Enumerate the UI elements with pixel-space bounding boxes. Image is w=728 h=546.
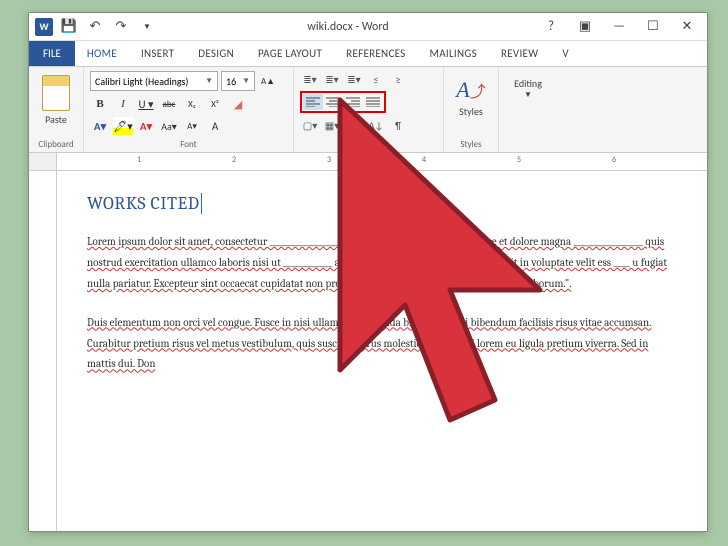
redo-icon[interactable]: ↷	[111, 17, 131, 37]
help-icon[interactable]: ?	[539, 17, 563, 37]
group-editing: Editing ▼	[499, 67, 557, 152]
subscript-button[interactable]: X₂	[182, 95, 202, 113]
document-page[interactable]: WORKS CITED Lorem ipsum dolor sit amet, …	[57, 171, 707, 531]
tab-view-cutoff[interactable]: V	[550, 41, 581, 66]
grow-font-button-2[interactable]: A	[205, 117, 225, 135]
tab-file[interactable]: FILE	[29, 41, 75, 66]
group-styles-label: Styles	[450, 138, 492, 150]
align-right-button[interactable]	[343, 94, 363, 110]
change-case-button[interactable]: Aa▾	[159, 117, 179, 135]
justify-button[interactable]	[363, 94, 383, 110]
group-font: Calibri Light (Headings)▼ 16▼ A▲ B I U ▾…	[84, 67, 294, 152]
font-name-select[interactable]: Calibri Light (Headings)▼	[90, 71, 218, 91]
horizontal-ruler[interactable]: 1 2 3 4 5 6	[29, 153, 707, 171]
ribbon-tabs: FILE HOME INSERT DESIGN PAGE LAYOUT REFE…	[29, 41, 707, 67]
align-left-button[interactable]	[303, 94, 323, 110]
vertical-ruler[interactable]	[29, 171, 57, 531]
bullets-button[interactable]: ≣▾	[300, 71, 320, 87]
titlebar: W 💾 ↶ ↷ ▼ wiki.docx - Word ? ▣ — ☐ ✕	[29, 13, 707, 41]
shrink-font-button[interactable]: A▾	[182, 117, 202, 135]
tab-review[interactable]: REVIEW	[489, 41, 550, 66]
tab-design[interactable]: DESIGN	[186, 41, 246, 66]
styles-icon: A⤴	[456, 77, 485, 103]
document-heading: WORKS CITED	[87, 193, 677, 214]
document-area: WORKS CITED Lorem ipsum dolor sit amet, …	[29, 171, 707, 531]
tab-insert[interactable]: INSERT	[129, 41, 186, 66]
highlight-button[interactable]: 🖊▾	[113, 117, 133, 135]
tab-mailings[interactable]: MAILINGS	[418, 41, 489, 66]
clear-formatting-button[interactable]: ◢	[228, 95, 248, 113]
numbering-button[interactable]: ≣▾	[322, 71, 342, 87]
decrease-indent-button[interactable]: ≤	[366, 71, 386, 87]
group-paragraph-label: P	[300, 138, 437, 150]
alignment-group-highlighted	[300, 91, 386, 113]
ribbon: Paste Clipboard Calibri Light (Headings)…	[29, 67, 707, 153]
group-clipboard: Paste Clipboard	[29, 67, 84, 152]
tab-home[interactable]: HOME	[75, 41, 129, 66]
borders-button[interactable]: ▦▾	[322, 117, 342, 133]
qat-customize-icon[interactable]: ▼	[137, 17, 157, 37]
close-icon[interactable]: ✕	[675, 17, 699, 37]
multilevel-button[interactable]: ≣▾	[344, 71, 364, 87]
sort-button[interactable]: A↓	[366, 117, 386, 133]
styles-button[interactable]: A⤴ Styles	[450, 71, 492, 118]
ribbon-options-icon[interactable]: ▣	[573, 17, 597, 37]
grow-font-button[interactable]: A▲	[258, 72, 278, 90]
editing-button[interactable]: Editing ▼	[505, 71, 551, 100]
tab-page-layout[interactable]: PAGE LAYOUT	[246, 41, 334, 66]
align-center-button[interactable]	[323, 94, 343, 110]
text-effects-button[interactable]: A▾	[90, 117, 110, 135]
document-paragraph: Duis elementum non orci vel congue. Fusc…	[87, 313, 677, 376]
minimize-icon[interactable]: —	[607, 17, 631, 37]
save-icon[interactable]: 💾	[59, 17, 79, 37]
word-app-icon: W	[35, 18, 53, 36]
group-clipboard-label: Clipboard	[35, 138, 77, 150]
italic-button[interactable]: I	[113, 95, 133, 113]
group-styles: A⤴ Styles Styles	[444, 67, 499, 152]
chevron-down-icon: ▼	[242, 76, 250, 86]
paste-icon	[42, 75, 70, 111]
group-paragraph: ≣▾ ≣▾ ≣▾ ≤ ≥	[294, 67, 444, 152]
document-paragraph: Lorem ipsum dolor sit amet, consectetur …	[87, 232, 677, 295]
tab-references[interactable]: REFERENCES	[334, 41, 417, 66]
font-size-select[interactable]: 16▼	[221, 71, 255, 91]
chevron-down-icon: ▼	[205, 76, 213, 86]
underline-button[interactable]: U ▾	[136, 95, 156, 113]
superscript-button[interactable]: X²	[205, 95, 225, 113]
bold-button[interactable]: B	[90, 95, 110, 113]
window-title: wiki.docx - Word	[157, 20, 539, 34]
word-window: W 💾 ↶ ↷ ▼ wiki.docx - Word ? ▣ — ☐ ✕ FIL…	[28, 12, 708, 532]
paragraph-marks-button[interactable]: ¶	[388, 117, 408, 133]
strikethrough-button[interactable]: abc	[159, 95, 179, 113]
undo-icon[interactable]: ↶	[85, 17, 105, 37]
group-font-label: Font	[90, 138, 287, 150]
shading-button[interactable]: ▢▾	[300, 117, 320, 133]
line-spacing-button[interactable]: ‡▾	[344, 117, 364, 133]
increase-indent-button[interactable]: ≥	[388, 71, 408, 87]
paste-button[interactable]: Paste	[35, 71, 77, 126]
font-color-button[interactable]: A▾	[136, 117, 156, 135]
maximize-icon[interactable]: ☐	[641, 17, 665, 37]
